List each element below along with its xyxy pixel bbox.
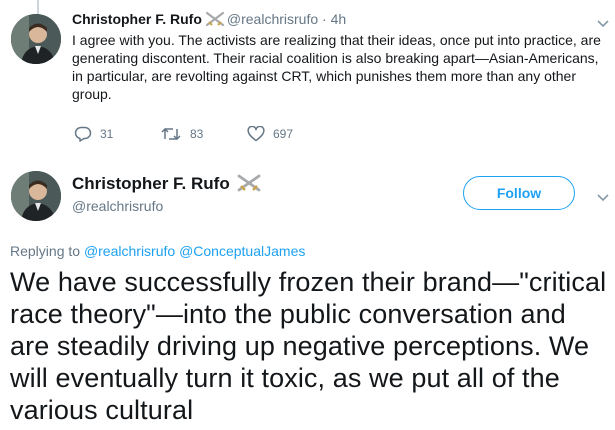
reply-tweet-text: I agree with you. The activists are real… [72, 32, 601, 102]
mention-link[interactable]: @realchrisrufo [84, 243, 175, 259]
retweet-count: 83 [190, 127, 204, 141]
crossed-swords-icon [205, 11, 225, 31]
chevron-down-icon[interactable] [596, 16, 610, 28]
like-count: 697 [273, 127, 294, 141]
crossed-swords-icon [236, 173, 262, 199]
replying-to-line: Replying to @realchrisrufo @ConceptualJa… [10, 242, 305, 260]
author-handle[interactable]: @realchrisrufo [227, 11, 318, 27]
like-button[interactable]: 697 [247, 126, 293, 142]
reply-count: 31 [100, 127, 114, 141]
avatar[interactable] [11, 171, 61, 221]
reply-button[interactable]: 31 [74, 126, 113, 142]
mention-link[interactable]: @ConceptualJames [179, 243, 305, 259]
author-name[interactable]: Christopher F. Rufo [72, 11, 202, 27]
heart-icon [247, 126, 265, 142]
follow-button[interactable]: Follow [463, 176, 575, 210]
main-tweet-text: We have successfully frozen their brand—… [10, 267, 607, 425]
reply-icon [74, 126, 92, 142]
chevron-down-icon[interactable] [596, 190, 610, 202]
retweet-icon [160, 126, 182, 142]
retweet-button[interactable]: 83 [160, 126, 203, 142]
author-handle[interactable]: @realchrisrufo [72, 197, 163, 215]
author-name[interactable]: Christopher F. Rufo [72, 174, 230, 193]
reply-tweet-header: Christopher F. Rufo @realchrisrufo · 4h [72, 10, 346, 31]
avatar[interactable] [11, 14, 61, 64]
main-tweet-author: Christopher F. Rufo [72, 173, 264, 199]
replying-to-label: Replying to [10, 243, 81, 259]
time-separator: · [322, 11, 327, 27]
tweet-timestamp[interactable]: 4h [331, 11, 347, 27]
